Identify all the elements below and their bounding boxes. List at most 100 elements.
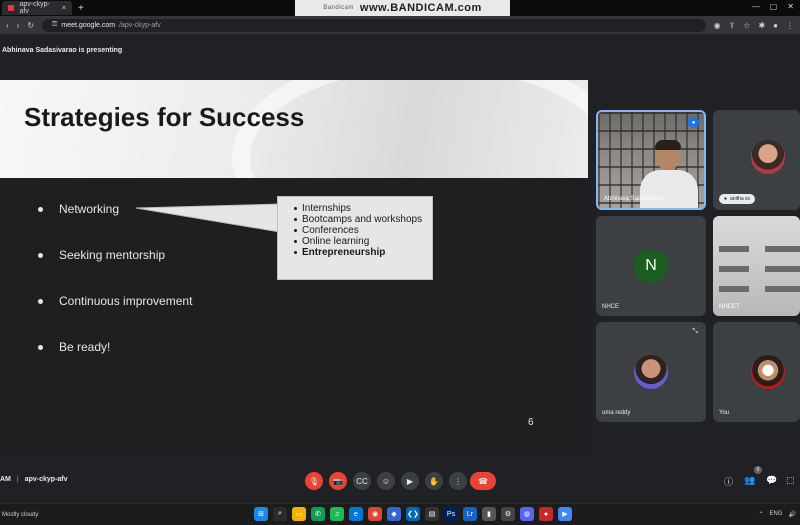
- callout-item: Online learning: [294, 236, 432, 247]
- new-tab-button[interactable]: +: [78, 3, 84, 14]
- settings-icon[interactable]: ⚙: [501, 507, 515, 521]
- volume-icon[interactable]: 🔊: [789, 511, 796, 518]
- mic-off-icon: ⤡: [692, 328, 698, 335]
- participant-avatar: N: [634, 249, 668, 283]
- url-field[interactable]: ⚿ meet.google.com/apv-ckyp-afv: [42, 18, 706, 32]
- hand-icon: ✋: [429, 476, 439, 486]
- system-tray: ⌃ ENG 🔊: [758, 511, 796, 518]
- menu-icon[interactable]: ⋮: [786, 21, 794, 30]
- discord-icon[interactable]: ◍: [520, 507, 534, 521]
- file-explorer-icon[interactable]: ▭: [292, 507, 306, 521]
- recording-icon: [8, 5, 14, 11]
- networking-callout: Internships Bootcamps and workshops Conf…: [277, 196, 433, 280]
- record-icon[interactable]: ●: [539, 507, 553, 521]
- mic-toggle-button[interactable]: 🎙: [305, 472, 323, 490]
- weather-widget[interactable]: Mostly cloudy: [2, 512, 38, 518]
- edge-icon[interactable]: e: [349, 507, 363, 521]
- classroom-video: [713, 216, 800, 316]
- browser-tab-bar: apv-ckyp-afv × + Bandicam www.BANDICAM.c…: [0, 0, 800, 16]
- lightroom-icon[interactable]: Lr: [463, 507, 477, 521]
- watermark-text: www.BANDICAM.com: [359, 2, 482, 14]
- participant-tile[interactable]: NHCET: [713, 216, 800, 316]
- present-button[interactable]: ▶: [401, 472, 419, 490]
- address-bar: ‹ › ↻ ⚿ meet.google.com/apv-ckyp-afv ◉ ⇪…: [0, 16, 800, 34]
- participant-avatar: [634, 355, 668, 389]
- raise-hand-button[interactable]: ✋: [425, 472, 443, 490]
- lock-icon: ⚿: [52, 21, 58, 28]
- mic-off-icon: ●: [724, 196, 728, 202]
- participant-name: NHCET: [719, 304, 740, 310]
- camera-off-icon: 📷: [333, 476, 343, 486]
- participant-tile[interactable]: ⤡ uma reddy: [596, 322, 706, 422]
- presenting-banner: Abhinava Sadasivarao is presenting: [2, 47, 123, 54]
- window-controls: — ▢ ✕: [752, 2, 794, 11]
- presentation-slide: Strategies for Success Networking Seekin…: [0, 80, 588, 452]
- meeting-details: AM | apv-ckyp-afv: [0, 476, 68, 483]
- reload-icon[interactable]: ↻: [27, 21, 34, 30]
- tray-chevron-icon[interactable]: ⌃: [758, 511, 763, 518]
- slide-title: Strategies for Success: [24, 102, 305, 132]
- participant-tile-presenter[interactable]: ● Abhinava Sadasivarao: [596, 110, 706, 210]
- participant-tile-self[interactable]: You: [713, 322, 800, 422]
- participant-name: You: [719, 410, 730, 416]
- terminal-icon[interactable]: ▮: [482, 507, 496, 521]
- back-icon[interactable]: ‹: [6, 21, 9, 30]
- captions-button[interactable]: CC: [353, 472, 371, 490]
- photoshop-icon[interactable]: Ps: [444, 507, 458, 521]
- participant-avatar: [751, 355, 785, 389]
- vscode-icon[interactable]: ❮❯: [406, 507, 420, 521]
- url-host: meet.google.com: [61, 21, 116, 29]
- participant-tile[interactable]: ● anitha ss: [713, 110, 800, 210]
- minimize-icon[interactable]: —: [752, 2, 760, 11]
- camera-toggle-button[interactable]: 📷: [329, 472, 347, 490]
- more-options-button[interactable]: ⋮: [449, 472, 467, 490]
- participant-avatar: [751, 140, 785, 174]
- tab-close-icon[interactable]: ×: [62, 5, 66, 12]
- chat-icon[interactable]: 💬: [766, 475, 777, 486]
- slide-page-number: 6: [528, 417, 534, 428]
- whatsapp-icon[interactable]: ✆: [311, 507, 325, 521]
- notes-icon[interactable]: ▤: [425, 507, 439, 521]
- forward-icon[interactable]: ›: [17, 21, 20, 30]
- emoji-button[interactable]: ☺: [377, 472, 395, 490]
- leave-call-button[interactable]: ☎: [470, 472, 496, 490]
- captions-icon: CC: [356, 476, 368, 486]
- search-icon[interactable]: ⌕: [273, 507, 287, 521]
- callout-item: Conferences: [294, 225, 432, 236]
- screen: apv-ckyp-afv × + Bandicam www.BANDICAM.c…: [0, 0, 800, 525]
- info-icon[interactable]: ⓘ: [724, 475, 733, 488]
- people-icon[interactable]: 👥: [744, 475, 755, 486]
- activities-icon[interactable]: ⬚: [786, 475, 795, 486]
- spotify-icon[interactable]: ♫: [330, 507, 344, 521]
- maximize-icon[interactable]: ▢: [770, 2, 778, 11]
- recorder-watermark: Bandicam www.BANDICAM.com: [295, 0, 510, 16]
- participant-name: NHCE: [602, 304, 620, 310]
- people-count-badge: 9: [754, 466, 762, 474]
- present-icon: ▶: [406, 476, 414, 486]
- profile-icon[interactable]: ●: [773, 21, 778, 30]
- tab-title: apv-ckyp-afv: [19, 1, 50, 15]
- share-icon[interactable]: ⇪: [729, 21, 736, 30]
- app-icon[interactable]: ◆: [387, 507, 401, 521]
- extensions-icon[interactable]: ✱: [758, 21, 765, 30]
- watermark-small: Bandicam: [323, 5, 354, 11]
- participant-name: uma reddy: [602, 410, 631, 416]
- browser-tab[interactable]: apv-ckyp-afv ×: [2, 1, 72, 15]
- close-icon[interactable]: ✕: [787, 2, 794, 11]
- callout-item: Entrepreneurship: [294, 247, 432, 258]
- mic-off-icon: 🎙: [308, 476, 320, 486]
- bookmark-star-icon[interactable]: ☆: [743, 21, 750, 30]
- taskbar-apps: ⊞ ⌕ ▭ ✆ ♫ e ◉ ◆ ❮❯ ▤ Ps Lr ▮ ⚙ ◍ ● ▶: [254, 507, 572, 521]
- phone-hangup-icon: ☎: [478, 476, 488, 486]
- language-indicator[interactable]: ENG: [770, 511, 783, 518]
- start-icon[interactable]: ⊞: [254, 507, 268, 521]
- chrome-icon[interactable]: ◉: [368, 507, 382, 521]
- participant-tile[interactable]: N NHCE: [596, 216, 706, 316]
- emoji-icon: ☺: [381, 476, 391, 486]
- participant-name: Abhinava Sadasivarao: [604, 196, 665, 202]
- meet-icon[interactable]: ▶: [558, 507, 572, 521]
- speaking-icon: ●: [688, 117, 699, 128]
- callout-item: Internships: [294, 203, 432, 214]
- windows-taskbar: Mostly cloudy ⊞ ⌕ ▭ ✆ ♫ e ◉ ◆ ❮❯ ▤ Ps Lr…: [0, 503, 800, 525]
- camera-permission-icon[interactable]: ◉: [714, 21, 721, 30]
